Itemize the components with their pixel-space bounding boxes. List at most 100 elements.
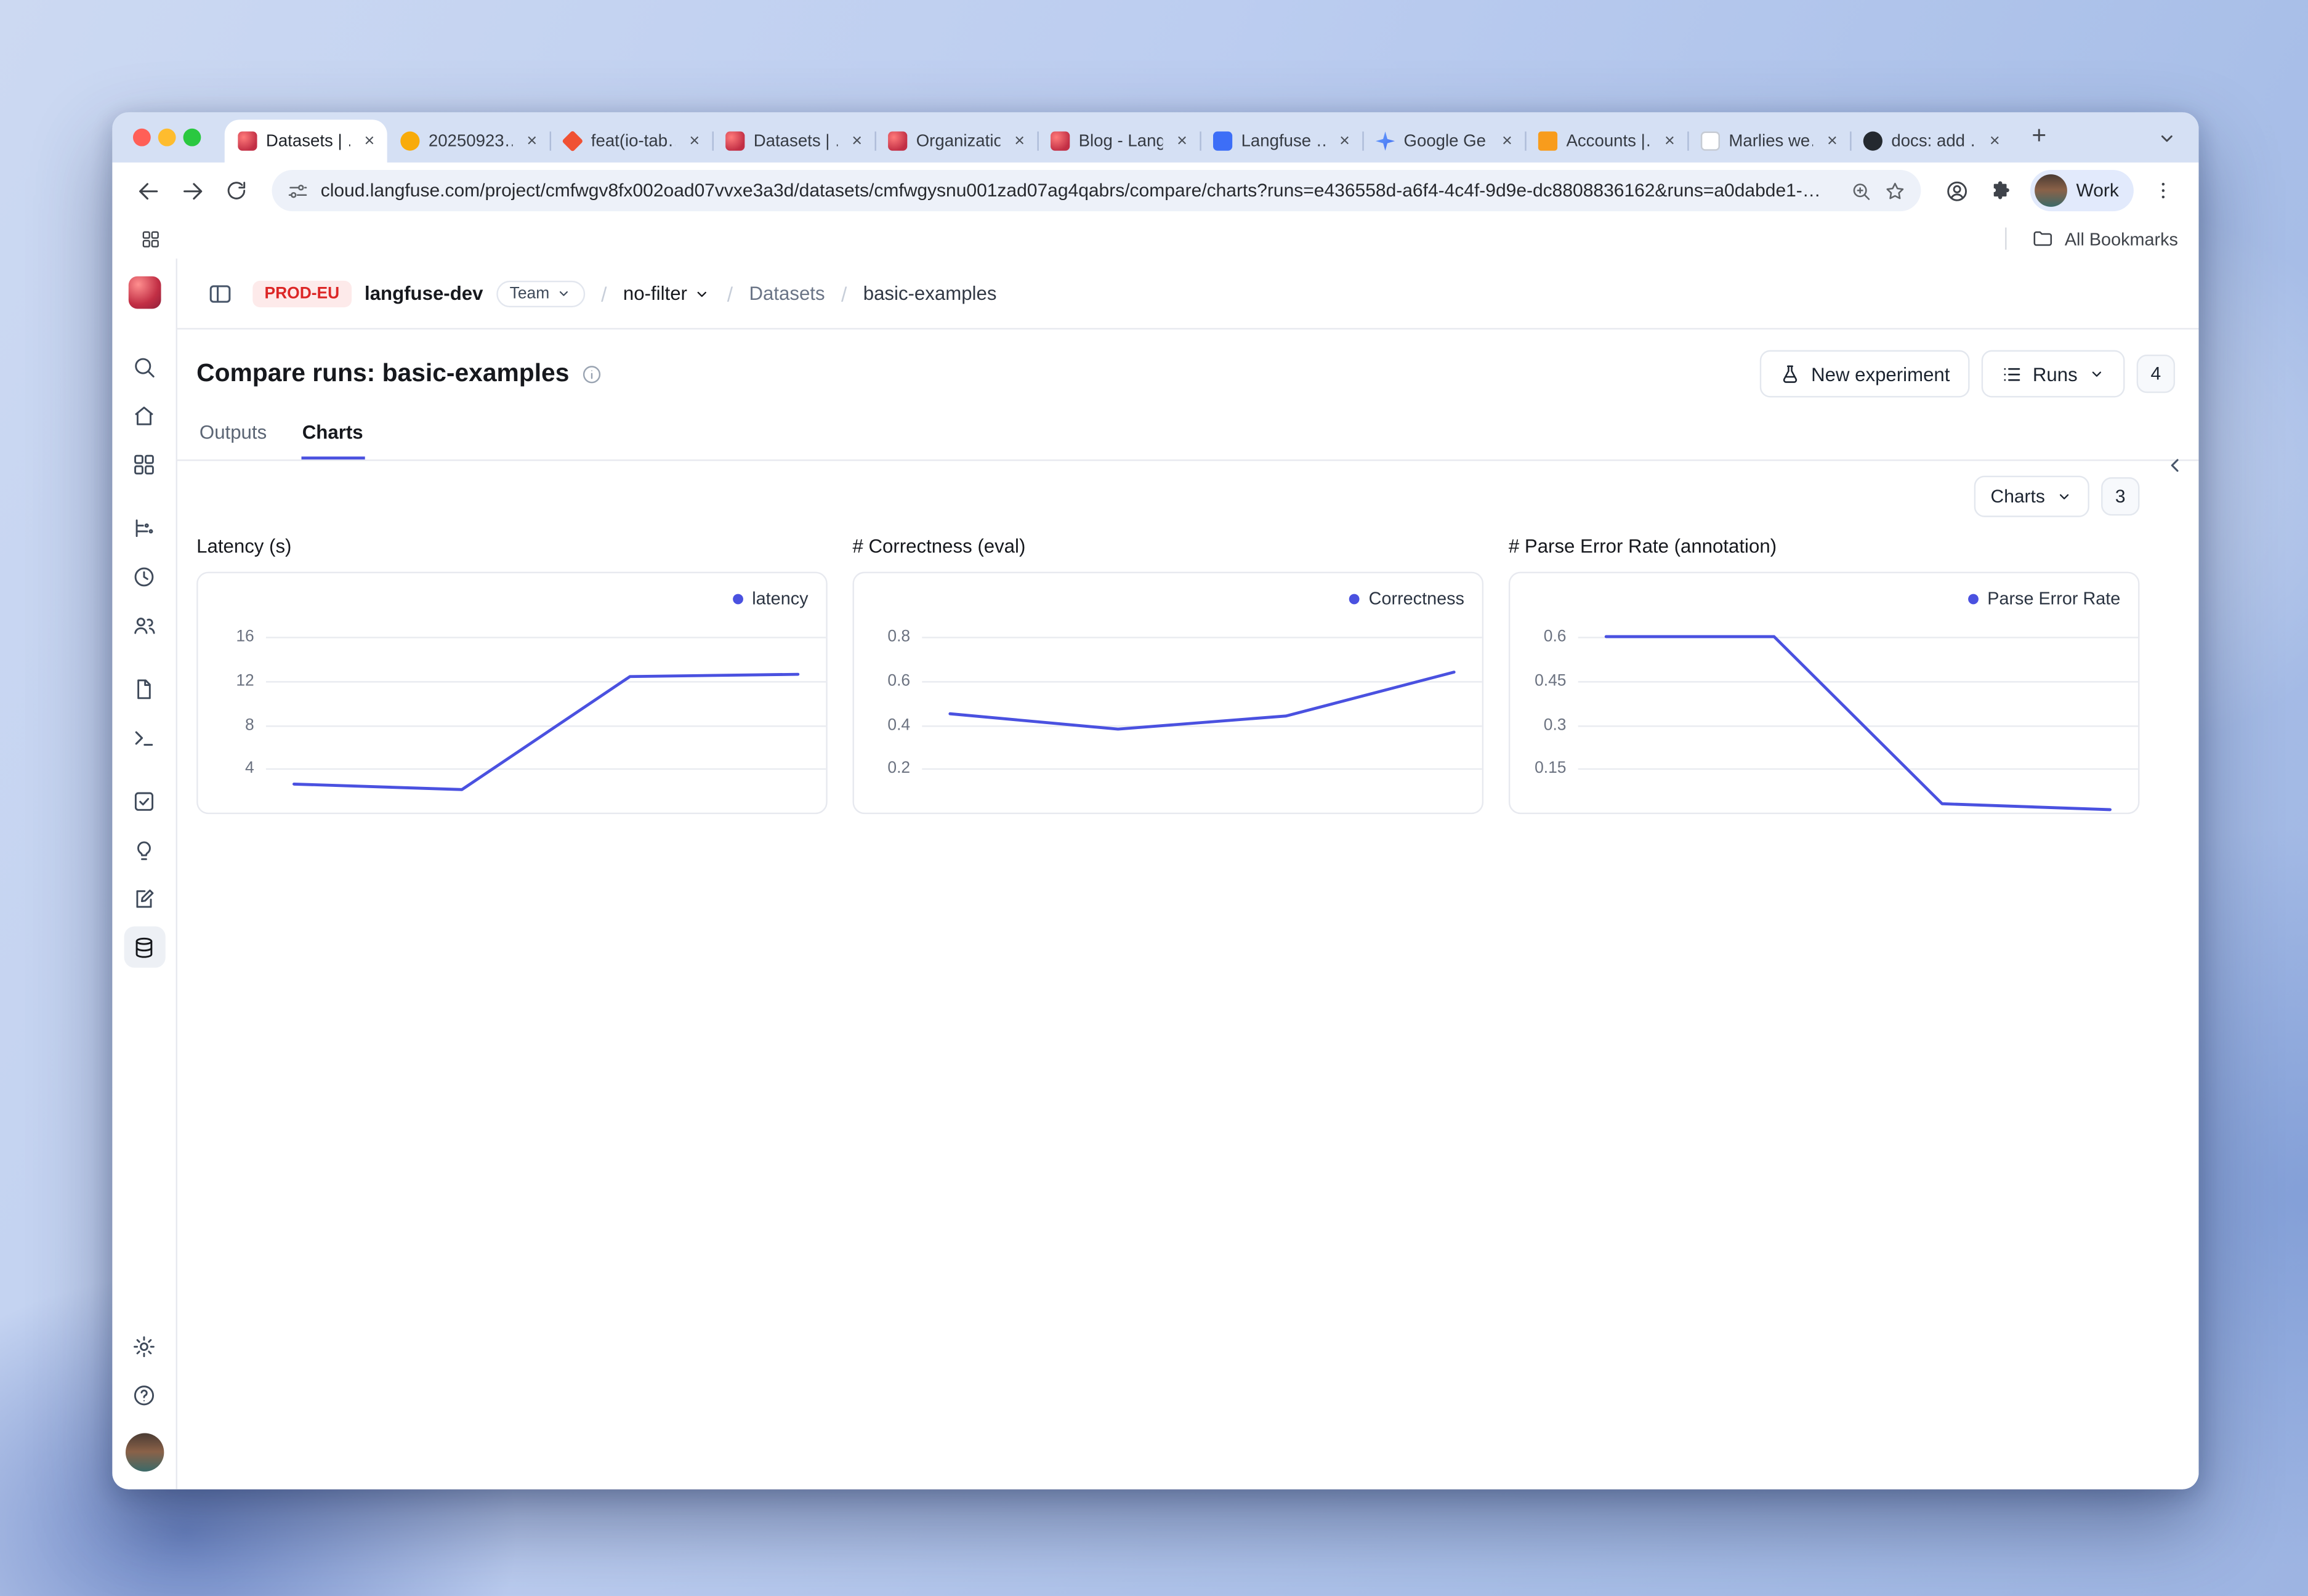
sidebar-items bbox=[123, 338, 164, 967]
runs-label: Runs bbox=[2033, 363, 2078, 385]
chart-plot: 0.20.40.60.8 bbox=[854, 621, 1482, 813]
tab-close-icon[interactable] bbox=[359, 131, 380, 151]
sidebar-item-settings[interactable] bbox=[123, 1325, 164, 1366]
kebab-menu-icon bbox=[2152, 179, 2175, 202]
project-selector[interactable]: no-filter bbox=[623, 282, 711, 304]
sidebar-bottom bbox=[123, 1318, 164, 1472]
y-tick-label: 16 bbox=[198, 628, 254, 646]
browser-menu-button[interactable] bbox=[2142, 170, 2184, 211]
charts-dropdown-button[interactable]: Charts bbox=[1974, 476, 2089, 517]
sidebar-item-users[interactable] bbox=[123, 604, 164, 645]
chart-plot: 481216 bbox=[198, 621, 826, 813]
sidebar-item-annotation[interactable] bbox=[123, 877, 164, 919]
sidebar-item-sessions[interactable] bbox=[123, 555, 164, 597]
tab-title: Accounts |… bbox=[1566, 132, 1650, 150]
browser-tab[interactable]: Datasets | … bbox=[712, 119, 875, 163]
new-experiment-button[interactable]: New experiment bbox=[1759, 350, 1969, 398]
bookmark-star-icon[interactable] bbox=[1884, 180, 1907, 202]
account-button[interactable] bbox=[1935, 170, 1977, 211]
extensions-button[interactable] bbox=[1980, 170, 2021, 211]
user-avatar[interactable] bbox=[125, 1433, 163, 1472]
collapse-panel-button[interactable] bbox=[2163, 454, 2187, 477]
close-window-button[interactable] bbox=[133, 129, 151, 147]
panel-toggle-icon bbox=[207, 280, 233, 307]
breadcrumb-current-dataset[interactable]: basic-examples bbox=[863, 282, 997, 304]
sidebar-item-evaluation[interactable] bbox=[123, 780, 164, 821]
runs-count-badge: 4 bbox=[2137, 355, 2175, 393]
minimize-window-button[interactable] bbox=[158, 129, 176, 147]
apps-button[interactable] bbox=[133, 221, 169, 257]
browser-profile-chip[interactable]: Work bbox=[2030, 170, 2134, 211]
langfuse-logo-icon[interactable] bbox=[128, 276, 161, 309]
sidebar-item-tracing[interactable] bbox=[123, 507, 164, 548]
sidebar-item-datasets[interactable] bbox=[123, 926, 164, 967]
browser-tab[interactable]: Google Ge… bbox=[1362, 119, 1525, 163]
fullscreen-window-button[interactable] bbox=[184, 129, 201, 147]
sidebar-item-prompts[interactable] bbox=[123, 668, 164, 709]
tab-close-icon[interactable] bbox=[1497, 131, 1518, 151]
chevron-down-icon bbox=[2088, 365, 2105, 383]
chart-legend: latency bbox=[733, 588, 808, 609]
tab-close-icon[interactable] bbox=[684, 131, 705, 151]
tab-charts[interactable]: Charts bbox=[301, 415, 365, 459]
info-icon[interactable] bbox=[581, 363, 603, 385]
browser-tab[interactable]: Marlies we… bbox=[1687, 119, 1850, 163]
browser-tab[interactable]: Blog - Lang… bbox=[1037, 119, 1200, 163]
url-text[interactable]: cloud.langfuse.com/project/cmfwgv8fx002o… bbox=[321, 180, 1838, 201]
toggle-sidebar-button[interactable] bbox=[207, 280, 233, 307]
chart: # Parse Error Rate (annotation)Parse Err… bbox=[1509, 535, 2140, 815]
tab-close-icon[interactable] bbox=[1334, 131, 1355, 151]
y-tick-label: 4 bbox=[198, 760, 254, 778]
browser-tab[interactable]: 20250923… bbox=[387, 119, 550, 163]
all-bookmarks-label: All Bookmarks bbox=[2065, 228, 2178, 249]
zoom-icon[interactable] bbox=[1850, 180, 1872, 202]
sidebar-bottom-items bbox=[123, 1318, 164, 1415]
browser-tab[interactable]: Datasets | … bbox=[225, 119, 387, 163]
tab-close-icon[interactable] bbox=[1009, 131, 1030, 151]
profile-name: Work bbox=[2076, 180, 2118, 201]
tab-outputs[interactable]: Outputs bbox=[198, 415, 268, 459]
back-button[interactable] bbox=[127, 170, 168, 211]
runs-dropdown-button[interactable]: Runs bbox=[1981, 350, 2125, 398]
address-bar[interactable]: cloud.langfuse.com/project/cmfwgv8fx002o… bbox=[272, 170, 1921, 211]
langfuse-favicon bbox=[725, 132, 744, 151]
browser-tab[interactable]: docs: add … bbox=[1850, 119, 2012, 163]
browser-tab[interactable]: Langfuse … bbox=[1200, 119, 1362, 163]
org-name[interactable]: langfuse-dev bbox=[365, 282, 483, 304]
flask-icon bbox=[1778, 363, 1801, 385]
tab-close-icon[interactable] bbox=[1822, 131, 1843, 151]
gear-icon bbox=[132, 1334, 157, 1359]
tab-close-icon[interactable] bbox=[847, 131, 868, 151]
browser-tab[interactable]: Accounts |… bbox=[1525, 119, 1687, 163]
environment-badge[interactable]: PROD-EU bbox=[252, 280, 351, 307]
grid-icon bbox=[132, 451, 157, 477]
tab-search-button[interactable] bbox=[2156, 126, 2178, 148]
breadcrumb-datasets-link[interactable]: Datasets bbox=[749, 282, 825, 304]
new-tab-button[interactable] bbox=[2022, 118, 2057, 153]
breadcrumb-separator bbox=[598, 281, 610, 305]
site-info-icon[interactable] bbox=[287, 180, 309, 202]
tab-close-icon[interactable] bbox=[1660, 131, 1681, 151]
tab-close-icon[interactable] bbox=[1172, 131, 1193, 151]
all-bookmarks-button[interactable]: All Bookmarks bbox=[2006, 228, 2178, 250]
puzzle-icon bbox=[1989, 179, 2012, 202]
sidebar-item-dashboards[interactable] bbox=[123, 443, 164, 485]
users-icon bbox=[132, 613, 157, 638]
y-tick-label: 0.3 bbox=[1510, 716, 1566, 734]
sidebar-item-home[interactable] bbox=[123, 395, 164, 436]
sidebar-item-insights[interactable] bbox=[123, 829, 164, 870]
tab-close-icon[interactable] bbox=[522, 131, 543, 151]
chart-title: Latency (s) bbox=[196, 535, 828, 557]
browser-tab[interactable]: Organizatio… bbox=[875, 119, 1038, 163]
forward-button[interactable] bbox=[171, 170, 212, 211]
reload-button[interactable] bbox=[216, 170, 257, 211]
browser-tab[interactable]: feat(io-tab… bbox=[550, 119, 712, 163]
org-plan-pill[interactable]: Team bbox=[496, 280, 585, 307]
sidebar-item-search[interactable] bbox=[123, 345, 164, 387]
tab-close-icon[interactable] bbox=[1985, 131, 2006, 151]
apps-grid-icon bbox=[140, 228, 161, 249]
sidebar-item-playground[interactable] bbox=[123, 717, 164, 758]
legend-label: Correctness bbox=[1369, 588, 1464, 609]
page-favicon bbox=[1701, 132, 1720, 151]
sidebar-item-support[interactable] bbox=[123, 1374, 164, 1416]
